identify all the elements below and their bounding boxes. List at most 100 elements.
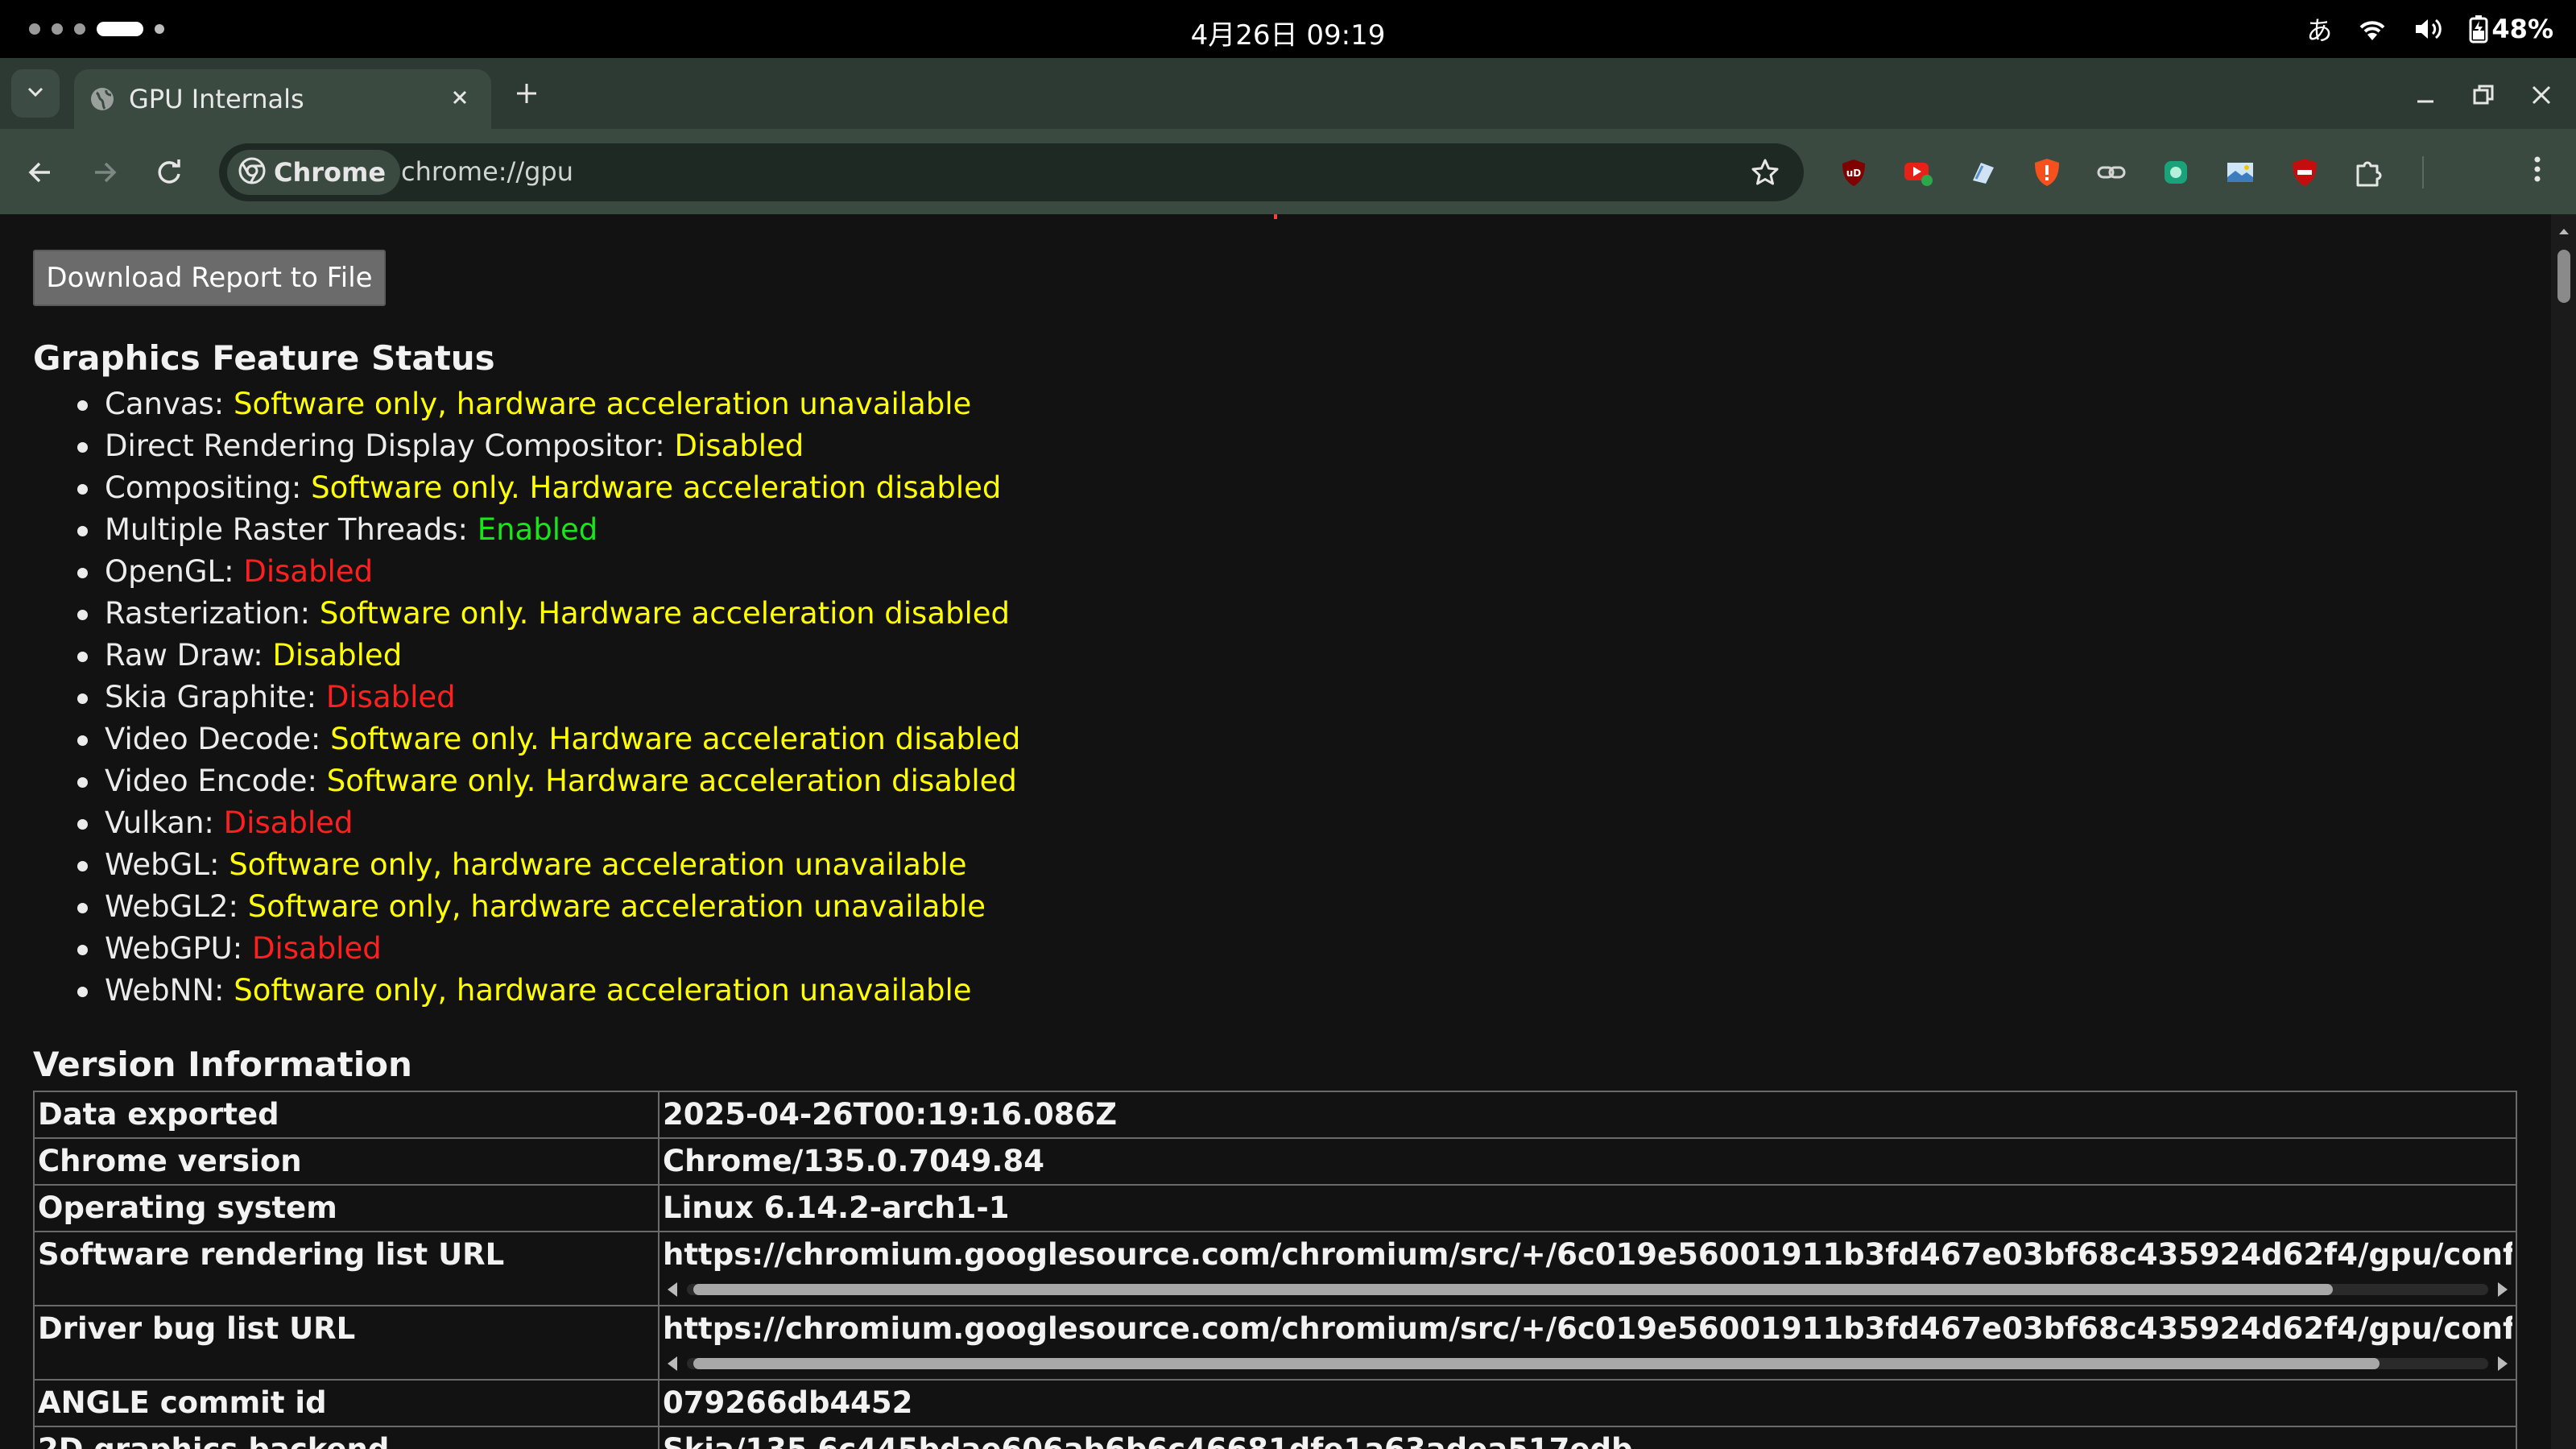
address-bar[interactable]: Chrome chrome://gpu [219,143,1804,201]
feature-status: Disabled [243,554,374,589]
battery-percent: 48% [2491,14,2553,44]
table-key: Data exported [33,1091,660,1139]
feature-status: Disabled [674,428,804,463]
feature-status: Disabled [223,805,354,840]
table-key: Driver bug list URL [33,1305,660,1381]
youtube-extension-icon[interactable] [1902,156,1934,188]
feature-status: Software only. Hardware acceleration dis… [330,722,1021,756]
close-window-icon[interactable] [2527,81,2556,113]
feature-status: Software only. Hardware acceleration dis… [326,764,1017,798]
table-row: Software rendering list URL https://chro… [33,1231,2517,1306]
scroll-thumb[interactable] [693,1358,2380,1369]
table-row: Driver bug list URL https://chromium.goo… [33,1305,2517,1381]
tab-title: GPU Internals [129,84,304,114]
table-value: Skia/135 6c445bdae606ab6b6c46681dfe1a63a… [658,1426,2517,1449]
battery-indicator[interactable]: 48% [2469,14,2553,44]
list-item: WebGL2: Software only, hardware accelera… [33,886,1241,928]
find-marker [1274,214,1277,219]
table-key: ANGLE commit id [33,1379,660,1427]
list-item: Canvas: Software only, hardware accelera… [33,383,1241,425]
download-report-button[interactable]: Download Report to File [33,250,386,306]
close-tab-icon[interactable] [448,85,472,113]
ime-indicator[interactable]: あ [2306,10,2332,48]
page-content[interactable]: Download Report to File Graphics Feature… [0,214,2551,1449]
list-item: OpenGL: Disabled [33,551,1241,593]
clock[interactable]: 4月26日 09:19 [0,13,2576,52]
feature-status: Disabled [325,680,456,714]
brave-shield-icon[interactable] [2031,156,2063,188]
feature-status: Software only, hardware acceleration una… [234,387,972,421]
scroll-thumb[interactable] [693,1284,2333,1295]
feature-status: Software only, hardware acceleration una… [234,973,972,1008]
battery-charging-icon [2469,14,2488,43]
link-icon[interactable] [2095,156,2127,188]
scroll-right-arrow-icon[interactable] [2498,1356,2508,1371]
list-item: Raw Draw: Disabled [33,635,1241,677]
graphics-feature-status-heading: Graphics Feature Status [33,338,495,378]
table-value-scroller[interactable]: https://chromium.googlesource.com/chromi… [658,1305,2517,1381]
tab-search-button[interactable] [11,69,60,118]
table-value: 2025-04-26T00:19:16.086Z [658,1091,2517,1139]
feature-status: Disabled [251,931,382,966]
chrome-logo-icon [238,157,266,188]
restore-icon[interactable] [2469,81,2498,113]
back-arrow-icon[interactable] [24,156,56,192]
tab-gpu-internals[interactable]: GPU Internals [74,69,491,129]
horizontal-scrollbar[interactable] [663,1352,2512,1376]
scroll-right-arrow-icon[interactable] [2498,1282,2508,1297]
table-value: 079266db4452 [658,1379,2517,1427]
volume-icon[interactable] [2413,16,2445,42]
wifi-icon[interactable] [2356,16,2388,42]
list-item: Direct Rendering Display Compositor: Dis… [33,425,1241,467]
scroll-left-arrow-icon[interactable] [668,1282,677,1297]
horizontal-scrollbar[interactable] [663,1277,2512,1302]
tab-strip: GPU Internals [0,58,2576,129]
bookmark-star-icon[interactable] [1749,156,1781,192]
list-item: Vulkan: Disabled [33,802,1241,844]
table-key: Operating system [33,1184,660,1232]
table-key: Software rendering list URL [33,1231,660,1306]
list-item: Compositing: Software only. Hardware acc… [33,467,1241,509]
toolbar-divider [2422,156,2424,188]
software-rendering-list-link[interactable]: https://chromium.googlesource.com/chromi… [663,1233,2512,1277]
ublock-origin-icon[interactable]: uD [1838,156,1870,188]
puzzle-extensions-icon[interactable] [2353,156,2385,188]
system-tray: あ 48% [2306,11,2553,47]
list-item: Skia Graphite: Disabled [33,677,1241,718]
feature-status: Software only. Hardware acceleration dis… [311,470,1002,505]
list-item: Video Encode: Software only. Hardware ac… [33,760,1241,802]
table-value-scroller[interactable]: https://chromium.googlesource.com/chromi… [658,1231,2517,1306]
table-row: ANGLE commit id 079266db4452 [33,1379,2517,1427]
scroll-left-arrow-icon[interactable] [668,1356,677,1371]
scroll-thumb[interactable] [2557,250,2570,303]
table-key: Chrome version [33,1137,660,1186]
page-vertical-scrollbar[interactable] [2551,214,2576,1449]
list-item: WebGL: Software only, hardware accelerat… [33,844,1241,886]
reload-icon[interactable] [153,156,185,192]
new-tab-icon[interactable] [512,79,541,111]
list-item: Rasterization: Software only. Hardware a… [33,593,1241,635]
scroll-up-arrow-icon[interactable] [2557,224,2570,239]
list-item: WebGPU: Disabled [33,928,1241,970]
version-information-heading: Version Information [33,1045,412,1084]
green-extension-icon[interactable] [2160,156,2192,188]
forward-arrow-icon[interactable] [89,156,121,192]
table-row: Data exported 2025-04-26T00:19:16.086Z [33,1091,2517,1139]
list-item: WebNN: Software only, hardware accelerat… [33,970,1241,1012]
chevron-down-icon [26,85,45,101]
driver-bug-list-link[interactable]: https://chromium.googlesource.com/chromi… [663,1307,2512,1352]
feature-status: Software only, hardware acceleration una… [229,847,967,882]
translate-extension-icon[interactable] [1966,156,1999,188]
more-options-icon[interactable] [2525,153,2549,188]
image-extension-icon[interactable] [2224,156,2256,188]
url-text[interactable]: chrome://gpu [401,156,573,187]
table-row: Chrome version Chrome/135.0.7049.84 [33,1137,2517,1186]
red-blocker-icon[interactable] [2289,156,2321,188]
feature-status-list: Canvas: Software only, hardware accelera… [33,383,1241,1012]
svg-text:uD: uD [1846,168,1862,179]
feature-status: Disabled [272,638,403,673]
system-status-bar: 4月26日 09:19 あ 48% [0,0,2576,58]
table-value: Linux 6.14.2-arch1-1 [658,1184,2517,1232]
feature-status: Software only. Hardware acceleration dis… [319,596,1011,631]
minimize-icon[interactable] [2411,81,2440,113]
